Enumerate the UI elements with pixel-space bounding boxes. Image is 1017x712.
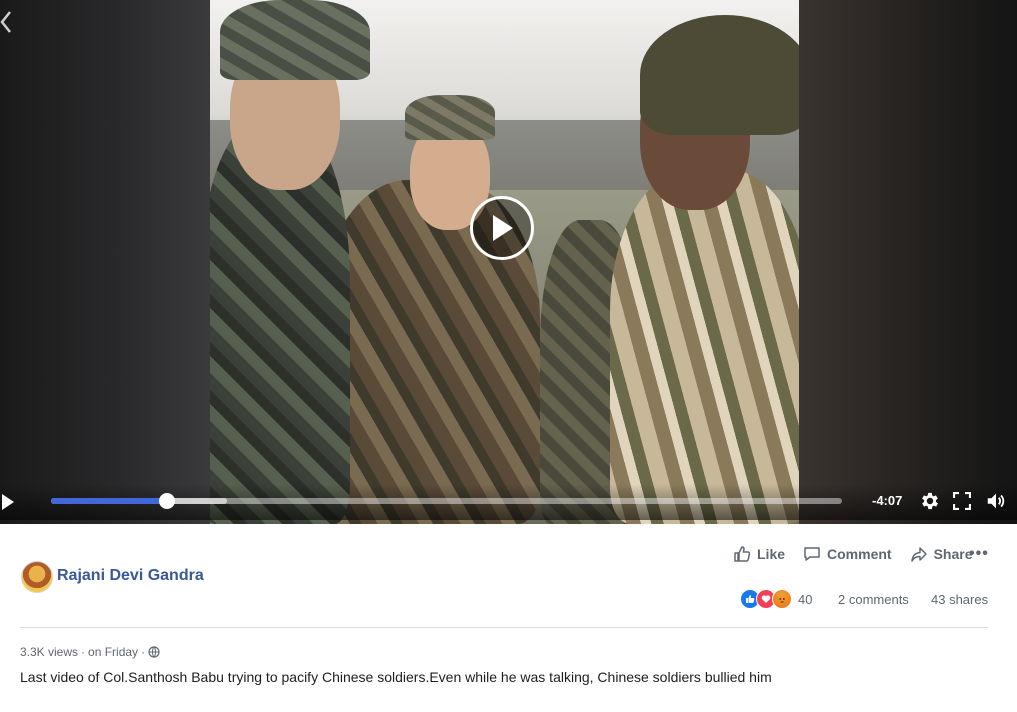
video-letterbox-right <box>798 0 1017 524</box>
play-overlay-button[interactable] <box>470 196 534 260</box>
post-subtitle: 3.3K views · on Friday · <box>20 645 160 659</box>
gear-icon[interactable] <box>919 490 941 512</box>
comment-button[interactable]: Comment <box>803 545 892 563</box>
share-icon <box>910 547 927 562</box>
like-label: Like <box>757 546 786 562</box>
soldier-cap <box>405 95 495 140</box>
time-remaining: -4:07 <box>872 493 903 508</box>
share-button[interactable]: Share <box>910 545 973 563</box>
separator-dot: · <box>141 645 146 659</box>
progress-bar[interactable] <box>51 493 842 509</box>
like-button[interactable]: Like <box>733 545 785 563</box>
soldier-figure <box>610 170 799 524</box>
play-icon <box>493 215 513 241</box>
comment-icon <box>804 547 820 561</box>
played-bar <box>51 498 168 504</box>
separator-dot: · <box>81 645 86 659</box>
angry-reaction-icon <box>772 589 792 609</box>
soldier-beanie <box>640 15 799 135</box>
video-letterbox-left <box>0 0 210 524</box>
soldier-cap <box>220 0 370 80</box>
fullscreen-icon[interactable] <box>953 492 971 510</box>
shares-count[interactable]: 43 shares <box>931 592 988 607</box>
reaction-count: 40 <box>798 591 813 607</box>
thumbs-up-icon <box>734 546 751 562</box>
volume-icon[interactable] <box>985 490 1007 512</box>
play-icon[interactable] <box>0 492 18 512</box>
view-count: 3.3K views <box>20 645 79 659</box>
globe-icon <box>148 646 160 658</box>
chevron-left-icon[interactable] <box>0 8 18 36</box>
video-player[interactable]: -4:07 <box>0 0 1017 524</box>
comments-count[interactable]: 2 comments <box>838 592 909 607</box>
post-actions: Like Comment Share <box>733 544 991 564</box>
author-name[interactable]: Rajani Devi Gandra <box>57 567 204 585</box>
comment-label: Comment <box>827 546 892 562</box>
post-caption: Last video of Col.Santhosh Babu trying t… <box>20 669 772 685</box>
post-timestamp[interactable]: on Friday <box>88 645 138 659</box>
share-label: Share <box>933 546 973 562</box>
avatar[interactable] <box>21 561 53 593</box>
reactions-summary[interactable]: 40 <box>740 589 812 609</box>
video-frame <box>210 0 799 524</box>
more-options-icon[interactable]: ••• <box>969 545 989 563</box>
divider <box>20 627 988 628</box>
